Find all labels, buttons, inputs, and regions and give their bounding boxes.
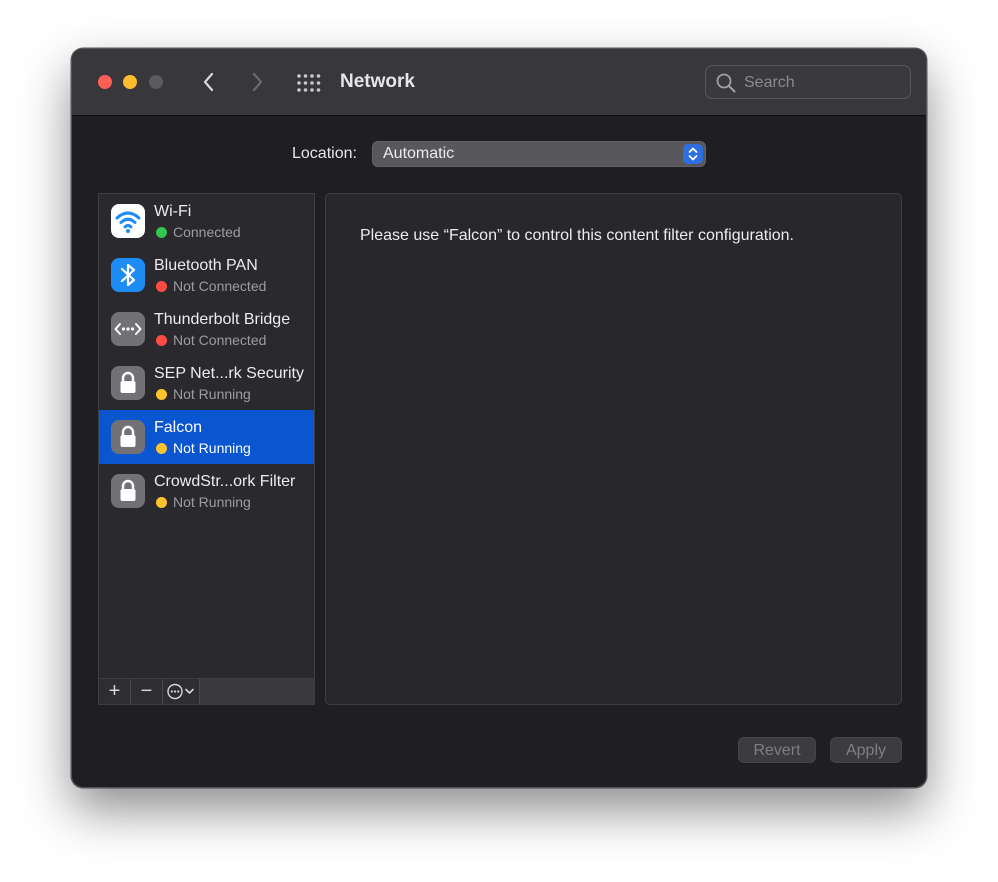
bluetooth-icon — [111, 258, 145, 292]
lock-icon — [111, 420, 145, 454]
search-icon — [716, 73, 736, 93]
location-value: Automatic — [383, 145, 455, 162]
search-field[interactable] — [705, 65, 911, 99]
network-preferences-window: Network Location: Automatic — [71, 48, 927, 788]
status-dot — [156, 281, 167, 292]
detail-pane: Please use “Falcon” to control this cont… — [325, 193, 902, 705]
zoom-button — [149, 75, 163, 89]
chevron-up-down-icon — [683, 144, 703, 164]
search-input[interactable] — [744, 72, 904, 94]
service-name: Bluetooth PAN — [154, 257, 258, 274]
service-item-falcon[interactable]: Falcon Not Running — [99, 410, 314, 464]
service-status: Connected — [173, 224, 241, 240]
window-title: Network — [340, 71, 415, 92]
minimize-button[interactable] — [123, 75, 137, 89]
remove-service-button[interactable]: − — [131, 679, 163, 704]
action-menu-button[interactable] — [163, 679, 200, 704]
close-button[interactable] — [98, 75, 112, 89]
service-item-bluetooth-pan[interactable]: Bluetooth PAN Not Connected — [99, 248, 314, 302]
content-filter-message: Please use “Falcon” to control this cont… — [360, 227, 794, 244]
service-list: Wi-Fi Connected Bluetooth PAN Not Connec… — [98, 193, 315, 705]
chevron-right-icon — [245, 69, 269, 95]
thunderbolt-bridge-icon — [111, 312, 145, 346]
add-service-button[interactable]: + — [99, 679, 131, 704]
service-status: Not Connected — [173, 278, 267, 294]
lock-icon — [111, 474, 145, 508]
service-list-toolbar: + − — [99, 678, 314, 704]
service-name: Falcon — [154, 419, 203, 436]
title-bar: Network — [72, 49, 926, 116]
service-name: CrowdStr...ork Filter — [154, 473, 296, 490]
service-item-wifi[interactable]: Wi-Fi Connected — [99, 194, 314, 248]
service-name: SEP Net...rk Security — [154, 365, 304, 382]
service-status: Not Running — [173, 440, 251, 456]
grid-icon[interactable] — [296, 73, 322, 93]
status-dot — [156, 497, 167, 508]
chevron-left-icon[interactable] — [197, 69, 221, 95]
service-name: Thunderbolt Bridge — [154, 311, 291, 328]
status-dot — [156, 443, 167, 454]
revert-button[interactable]: Revert — [738, 737, 816, 763]
service-item-sep-network-security[interactable]: SEP Net...rk Security Not Running — [99, 356, 314, 410]
service-item-thunderbolt-bridge[interactable]: Thunderbolt Bridge Not Connected — [99, 302, 314, 356]
lock-icon — [111, 366, 145, 400]
toolbar-spacer — [200, 679, 314, 704]
location-label: Location: — [292, 145, 357, 162]
service-status: Not Connected — [173, 332, 267, 348]
service-name: Wi-Fi — [154, 203, 192, 220]
service-status: Not Running — [173, 386, 251, 402]
apply-button[interactable]: Apply — [830, 737, 902, 763]
status-dot — [156, 389, 167, 400]
service-status: Not Running — [173, 494, 251, 510]
ellipsis-circle-icon — [167, 683, 194, 700]
service-item-crowdstrike-filter[interactable]: CrowdStr...ork Filter Not Running — [99, 464, 314, 518]
status-dot — [156, 335, 167, 346]
location-popup[interactable]: Automatic — [372, 141, 706, 167]
wifi-icon — [111, 204, 145, 238]
status-dot — [156, 227, 167, 238]
